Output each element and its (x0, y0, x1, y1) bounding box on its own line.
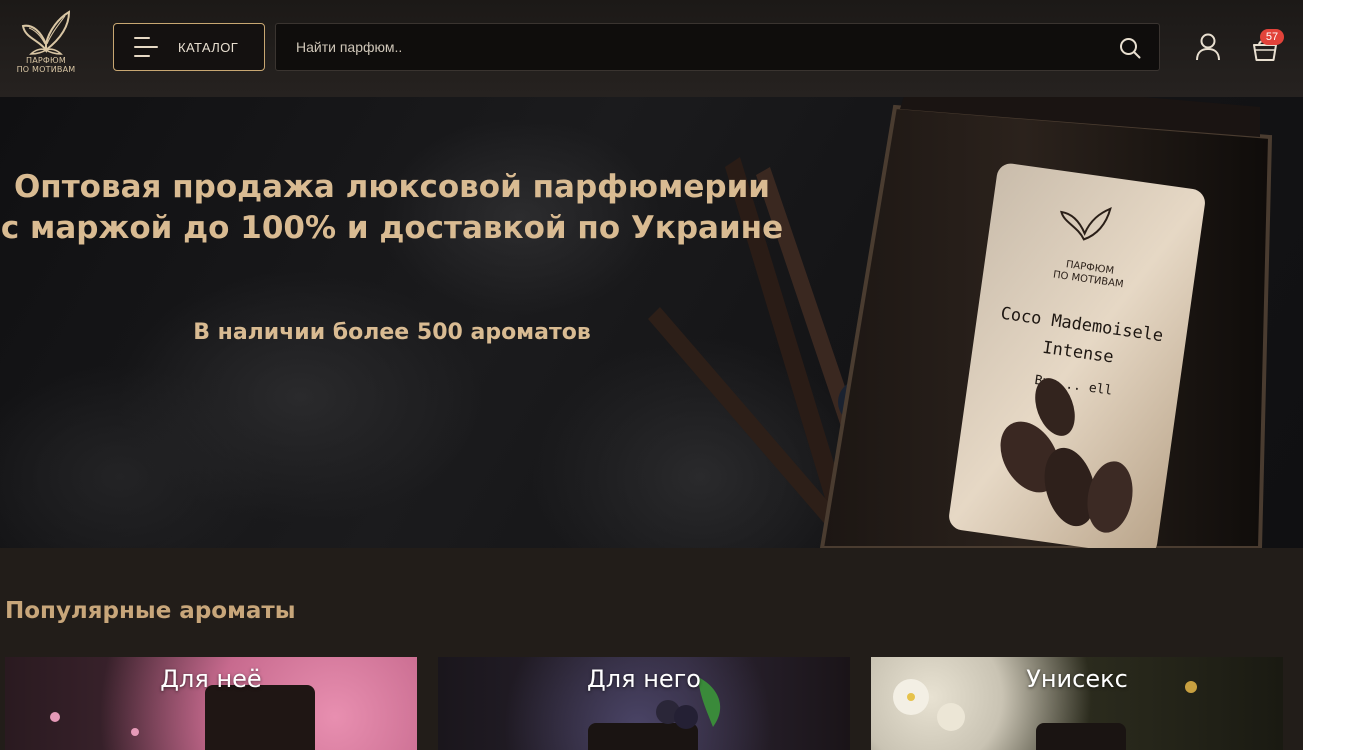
category-card-for-her[interactable]: Для неё (5, 657, 417, 750)
site-header: ПАРФЮМ ПО МОТИВАМ КАТАЛОГ Найти парфюм..… (0, 0, 1303, 97)
hero-title: Оптовая продажа люксовой парфюмерии с ма… (0, 169, 784, 246)
catalog-button[interactable]: КАТАЛОГ (113, 23, 265, 71)
user-icon[interactable] (1195, 33, 1221, 61)
catalog-label: КАТАЛОГ (178, 39, 239, 55)
category-card-for-him[interactable]: Для него (438, 657, 850, 750)
category-card-unisex[interactable]: Унисекс (871, 657, 1283, 750)
hero-banner[interactable]: ПАРФЮМ ПО МОТИВАМ Coco Mademoisele Inten… (0, 97, 1303, 548)
logo-line2: ПО МОТИВАМ (16, 65, 76, 74)
search-icon[interactable] (1119, 37, 1141, 59)
popular-section-title: Популярные ароматы (5, 598, 296, 624)
search-bar (275, 23, 1160, 71)
category-label: Для неё (160, 665, 262, 693)
menu-icon (134, 37, 158, 57)
hero-subtitle: В наличии более 500 ароматов (193, 320, 591, 345)
category-label: Для него (587, 665, 701, 693)
butterfly-logo-icon (21, 10, 71, 55)
category-label: Унисекс (1026, 665, 1128, 693)
perfume-bottle-image: ПАРФЮМ ПО МОТИВАМ Coco Mademoisele Inten… (648, 97, 1273, 548)
search-input[interactable] (276, 24, 1106, 70)
logo-line1: ПАРФЮМ (26, 56, 66, 65)
cart-count-badge: 57 (1260, 29, 1284, 45)
page: ПАРФЮМ ПО МОТИВАМ КАТАЛОГ Найти парфюм..… (0, 0, 1303, 750)
site-logo[interactable]: ПАРФЮМ ПО МОТИВАМ (10, 10, 82, 82)
